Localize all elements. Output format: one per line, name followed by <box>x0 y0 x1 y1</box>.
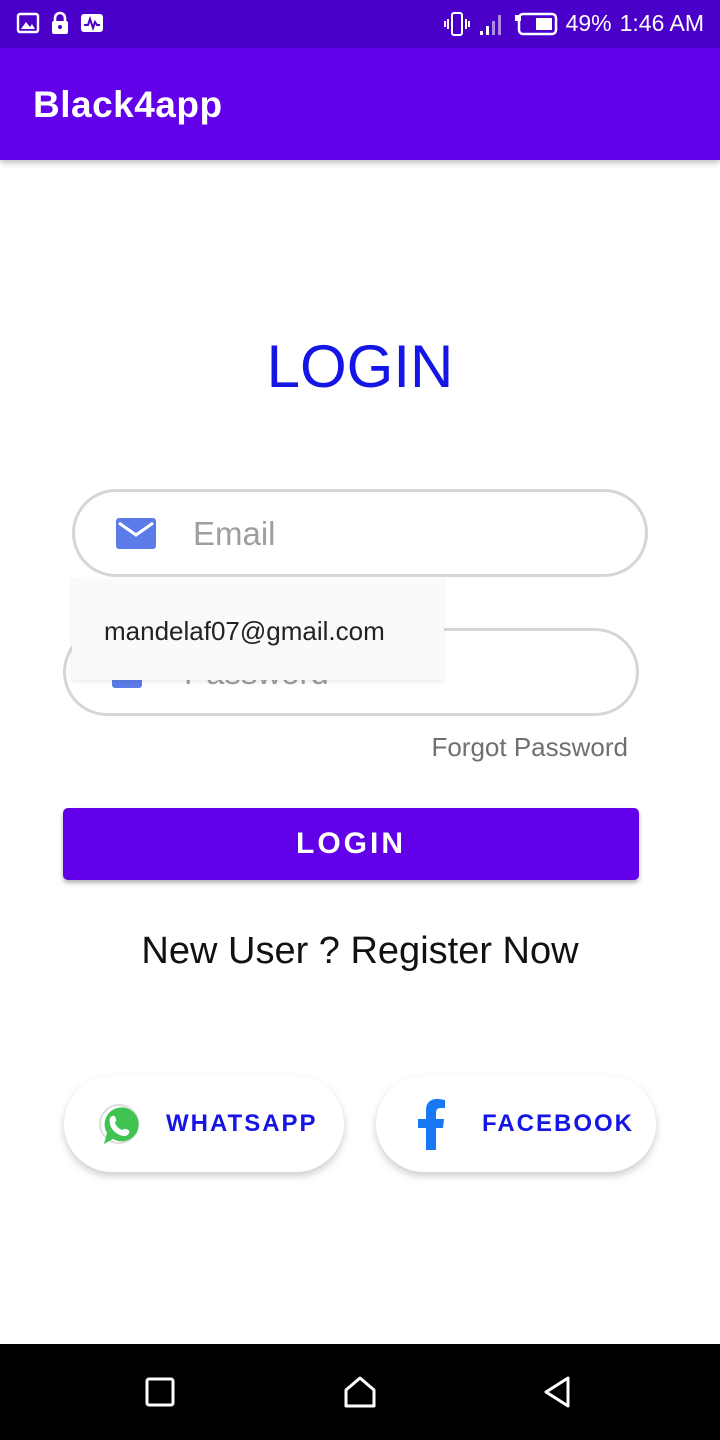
forgot-password-link[interactable]: Forgot Password <box>431 732 628 763</box>
status-bar: 49% 1:46 AM <box>0 0 720 48</box>
navigation-bar <box>0 1344 720 1440</box>
battery-icon <box>514 12 557 35</box>
app-title: Black4app <box>33 84 223 125</box>
status-system-icons: 49% 1:46 AM <box>443 10 704 37</box>
login-button[interactable]: LOGIN <box>63 808 639 880</box>
page-title: LOGIN <box>266 333 454 400</box>
recents-icon[interactable] <box>142 1374 178 1410</box>
back-icon[interactable] <box>540 1374 576 1410</box>
signal-icon <box>479 14 501 35</box>
app-bar: Black4app <box>0 48 720 160</box>
activity-icon <box>81 14 103 32</box>
clock: 1:46 AM <box>619 10 704 36</box>
whatsapp-button[interactable]: WHATSAPP <box>64 1076 344 1172</box>
whatsapp-icon <box>99 1104 139 1144</box>
lock-icon <box>52 11 68 34</box>
autofill-suggestion[interactable]: mandelaf07@gmail.com <box>72 578 444 680</box>
vibrate-icon <box>443 11 470 36</box>
facebook-button[interactable]: FACEBOOK <box>376 1076 656 1172</box>
register-link[interactable]: New User ? Register Now <box>0 930 720 973</box>
status-notification-icons <box>16 10 104 36</box>
autofill-suggestion-text: mandelaf07@gmail.com <box>104 616 385 646</box>
email-icon <box>116 518 156 549</box>
email-input[interactable] <box>193 510 593 558</box>
battery-percent: 49% <box>565 10 612 36</box>
facebook-label: FACEBOOK <box>482 1110 635 1137</box>
email-field[interactable] <box>72 489 648 577</box>
image-icon <box>16 12 40 34</box>
home-icon[interactable] <box>342 1374 378 1410</box>
whatsapp-label: WHATSAPP <box>166 1110 318 1137</box>
facebook-icon <box>418 1099 445 1150</box>
